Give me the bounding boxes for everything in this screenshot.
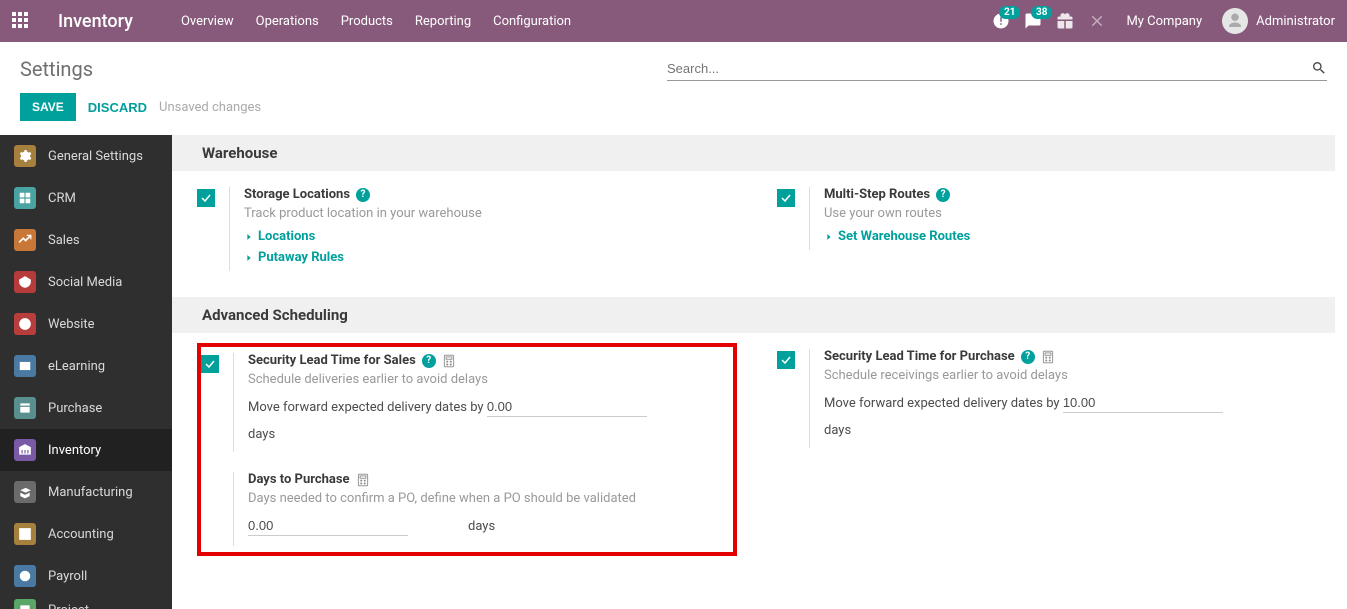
- sidebar-item-general[interactable]: General Settings: [0, 135, 172, 177]
- calculator-icon[interactable]: [442, 354, 456, 368]
- calculator-icon[interactable]: [356, 473, 370, 487]
- sidebar-item-website[interactable]: Website: [0, 303, 172, 345]
- help-icon[interactable]: ?: [936, 188, 950, 202]
- action-bar: SAVE DISCARD Unsaved changes: [0, 87, 1347, 135]
- checkbox-sales-lead[interactable]: [201, 355, 219, 373]
- page-title: Settings: [20, 57, 93, 81]
- highlighted-panel: Security Lead Time for Sales ? Schedule …: [197, 343, 737, 556]
- close-icon[interactable]: [1088, 12, 1106, 30]
- activities-badge: 21: [999, 6, 1020, 19]
- section-scheduling: Advanced Scheduling: [172, 297, 1335, 333]
- sidebar-item-elearning[interactable]: eLearning: [0, 345, 172, 387]
- settings-content: Warehouse Storage Locations? Track produ…: [172, 135, 1347, 609]
- top-nav: Overview Operations Products Reporting C…: [181, 14, 571, 29]
- link-warehouse-routes[interactable]: Set Warehouse Routes: [824, 229, 1317, 244]
- save-button[interactable]: SAVE: [20, 93, 76, 121]
- days-to-purchase-input[interactable]: [248, 516, 408, 536]
- sidebar-item-sales[interactable]: Sales: [0, 219, 172, 261]
- nav-products[interactable]: Products: [341, 14, 393, 29]
- search-icon[interactable]: [1311, 60, 1327, 76]
- nav-configuration[interactable]: Configuration: [493, 14, 571, 29]
- calculator-icon[interactable]: [1041, 350, 1055, 364]
- discuss-button[interactable]: 38: [1024, 12, 1042, 30]
- help-icon[interactable]: ?: [356, 188, 370, 202]
- discard-button[interactable]: DISCARD: [88, 100, 147, 115]
- sidebar-item-manufacturing[interactable]: Manufacturing: [0, 471, 172, 513]
- app-brand[interactable]: Inventory: [58, 11, 133, 32]
- sidebar-item-purchase[interactable]: Purchase: [0, 387, 172, 429]
- checkbox-routes[interactable]: [777, 189, 795, 207]
- setting-days-to-purchase: Days to Purchase Days needed to confirm …: [201, 466, 729, 552]
- sidebar-item-social[interactable]: Social Media: [0, 261, 172, 303]
- nav-reporting[interactable]: Reporting: [415, 14, 471, 29]
- help-icon[interactable]: ?: [1021, 350, 1035, 364]
- topbar: Inventory Overview Operations Products R…: [0, 0, 1347, 42]
- company-selector[interactable]: My Company: [1126, 14, 1202, 29]
- link-putaway[interactable]: Putaway Rules: [244, 250, 737, 265]
- sidebar-item-payroll[interactable]: Payroll: [0, 555, 172, 597]
- section-warehouse: Warehouse: [172, 135, 1335, 171]
- nav-operations[interactable]: Operations: [256, 14, 319, 29]
- gift-icon[interactable]: [1056, 12, 1074, 30]
- sidebar-item-accounting[interactable]: Accounting: [0, 513, 172, 555]
- sales-lead-days-input[interactable]: [487, 397, 647, 417]
- user-menu[interactable]: Administrator: [1222, 8, 1335, 34]
- topbar-right: 21 38 My Company Administrator: [992, 8, 1335, 34]
- link-locations[interactable]: Locations: [244, 229, 737, 244]
- checkbox-purchase-lead[interactable]: [777, 351, 795, 369]
- nav-overview[interactable]: Overview: [181, 14, 234, 29]
- sidebar-item-crm[interactable]: CRM: [0, 177, 172, 219]
- checkbox-storage[interactable]: [197, 189, 215, 207]
- unsaved-label: Unsaved changes: [159, 100, 261, 115]
- avatar: [1222, 8, 1248, 34]
- purchase-lead-days-input[interactable]: [1063, 393, 1223, 413]
- search-box[interactable]: [667, 56, 1327, 81]
- activities-button[interactable]: 21: [992, 12, 1010, 30]
- discuss-badge: 38: [1031, 6, 1052, 19]
- sidebar-item-inventory[interactable]: Inventory: [0, 429, 172, 471]
- settings-sidebar: General Settings CRM Sales Social Media …: [0, 135, 172, 609]
- setting-multistep-routes: Multi-Step Routes? Use your own routes S…: [777, 181, 1317, 256]
- sidebar-item-project[interactable]: Project: [0, 597, 172, 609]
- setting-purchase-lead: Security Lead Time for Purchase ? Schedu…: [777, 343, 1317, 454]
- apps-icon[interactable]: [12, 12, 30, 30]
- help-icon[interactable]: ?: [422, 354, 436, 368]
- main: General Settings CRM Sales Social Media …: [0, 135, 1347, 609]
- setting-storage-locations: Storage Locations? Track product locatio…: [197, 181, 737, 277]
- setting-sales-lead: Security Lead Time for Sales ? Schedule …: [201, 347, 729, 458]
- search-input[interactable]: [667, 61, 1311, 76]
- subheader: Settings: [0, 42, 1347, 87]
- user-name: Administrator: [1256, 14, 1335, 29]
